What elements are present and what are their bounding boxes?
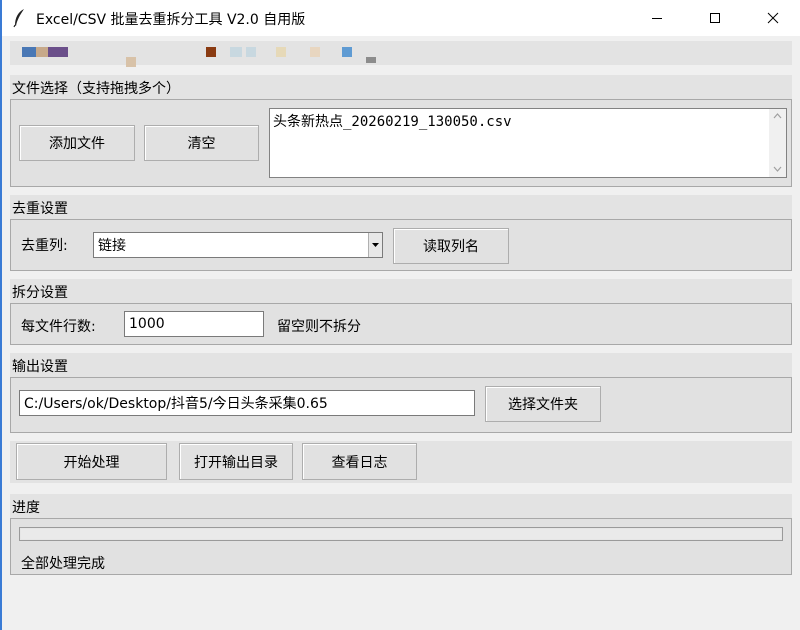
combobox-arrow[interactable] xyxy=(368,233,382,257)
progress-section-label: 进度 xyxy=(12,500,40,516)
close-icon xyxy=(767,12,779,24)
output-section-header xyxy=(10,353,792,377)
file-section-panel: 添加文件 清空 头条新热点_20260219_130050.csv xyxy=(10,99,792,187)
window-left-edge xyxy=(0,0,2,630)
view-log-button[interactable]: 查看日志 xyxy=(302,443,417,480)
toolbar xyxy=(10,41,792,67)
window-title: Excel/CSV 批量去重拆分工具 V2.0 自用版 xyxy=(36,12,306,28)
read-columns-button[interactable]: 读取列名 xyxy=(393,228,509,264)
minimize-button[interactable] xyxy=(634,0,680,36)
output-section-label: 输出设置 xyxy=(12,359,68,375)
feather-icon xyxy=(12,8,28,28)
toolbar-icon-3[interactable] xyxy=(48,47,68,57)
toolbar-icon-8[interactable] xyxy=(276,47,286,57)
rows-per-file-label: 每文件行数: xyxy=(21,319,96,335)
add-file-button[interactable]: 添加文件 xyxy=(19,125,135,161)
dedup-section-label: 去重设置 xyxy=(12,201,68,217)
file-listbox[interactable]: 头条新热点_20260219_130050.csv xyxy=(269,108,787,178)
minimize-icon xyxy=(652,18,662,19)
toolbar-icon-11[interactable] xyxy=(366,57,376,63)
toolbar-icon-7[interactable] xyxy=(246,47,256,57)
maximize-icon xyxy=(710,13,720,23)
split-section-label: 拆分设置 xyxy=(12,285,68,301)
rows-per-file-input[interactable] xyxy=(124,311,264,337)
dedup-section-header xyxy=(10,195,792,219)
progress-status: 全部处理完成 xyxy=(21,556,105,572)
toolbar-icon-1[interactable] xyxy=(22,47,36,57)
scroll-up-icon[interactable] xyxy=(773,113,782,119)
scroll-down-icon[interactable] xyxy=(773,166,782,172)
close-button[interactable] xyxy=(750,0,796,36)
toolbar-icon-9[interactable] xyxy=(310,47,320,57)
maximize-button[interactable] xyxy=(692,0,738,36)
dedup-column-value: 链接 xyxy=(98,238,126,254)
toolbar-icon-10[interactable] xyxy=(342,47,352,57)
start-processing-button[interactable]: 开始处理 xyxy=(16,443,167,480)
toolbar-icon-6[interactable] xyxy=(230,47,242,57)
progress-section-header xyxy=(10,494,792,518)
toolbar-icon-2[interactable] xyxy=(36,47,48,57)
progress-bar-fill xyxy=(21,529,781,539)
actions-bar: 开始处理 打开输出目录 查看日志 xyxy=(10,441,792,483)
toolbar-icon-4[interactable] xyxy=(126,57,136,67)
dedup-section-panel: 去重列: 链接 读取列名 xyxy=(10,219,792,271)
chevron-down-icon xyxy=(372,243,379,247)
choose-folder-button[interactable]: 选择文件夹 xyxy=(485,386,601,422)
open-output-folder-button[interactable]: 打开输出目录 xyxy=(179,443,293,480)
output-path-input[interactable] xyxy=(19,390,475,416)
toolbar-icon-5[interactable] xyxy=(206,47,216,57)
dedup-column-label: 去重列: xyxy=(21,238,68,254)
file-list-item[interactable]: 头条新热点_20260219_130050.csv xyxy=(273,111,512,131)
progress-section-panel: 全部处理完成 xyxy=(10,518,792,575)
split-section-panel: 每文件行数: 留空则不拆分 xyxy=(10,303,792,345)
output-section-panel: 选择文件夹 xyxy=(10,377,792,433)
file-list-scrollbar[interactable] xyxy=(769,109,786,177)
split-hint-label: 留空则不拆分 xyxy=(277,319,361,335)
split-section-header xyxy=(10,279,792,303)
progress-bar xyxy=(19,527,783,541)
file-section-label: 文件选择（支持拖拽多个） xyxy=(12,81,180,97)
dedup-column-combobox[interactable]: 链接 xyxy=(93,232,383,258)
clear-button[interactable]: 清空 xyxy=(144,125,259,161)
title-bar: Excel/CSV 批量去重拆分工具 V2.0 自用版 xyxy=(2,0,800,36)
